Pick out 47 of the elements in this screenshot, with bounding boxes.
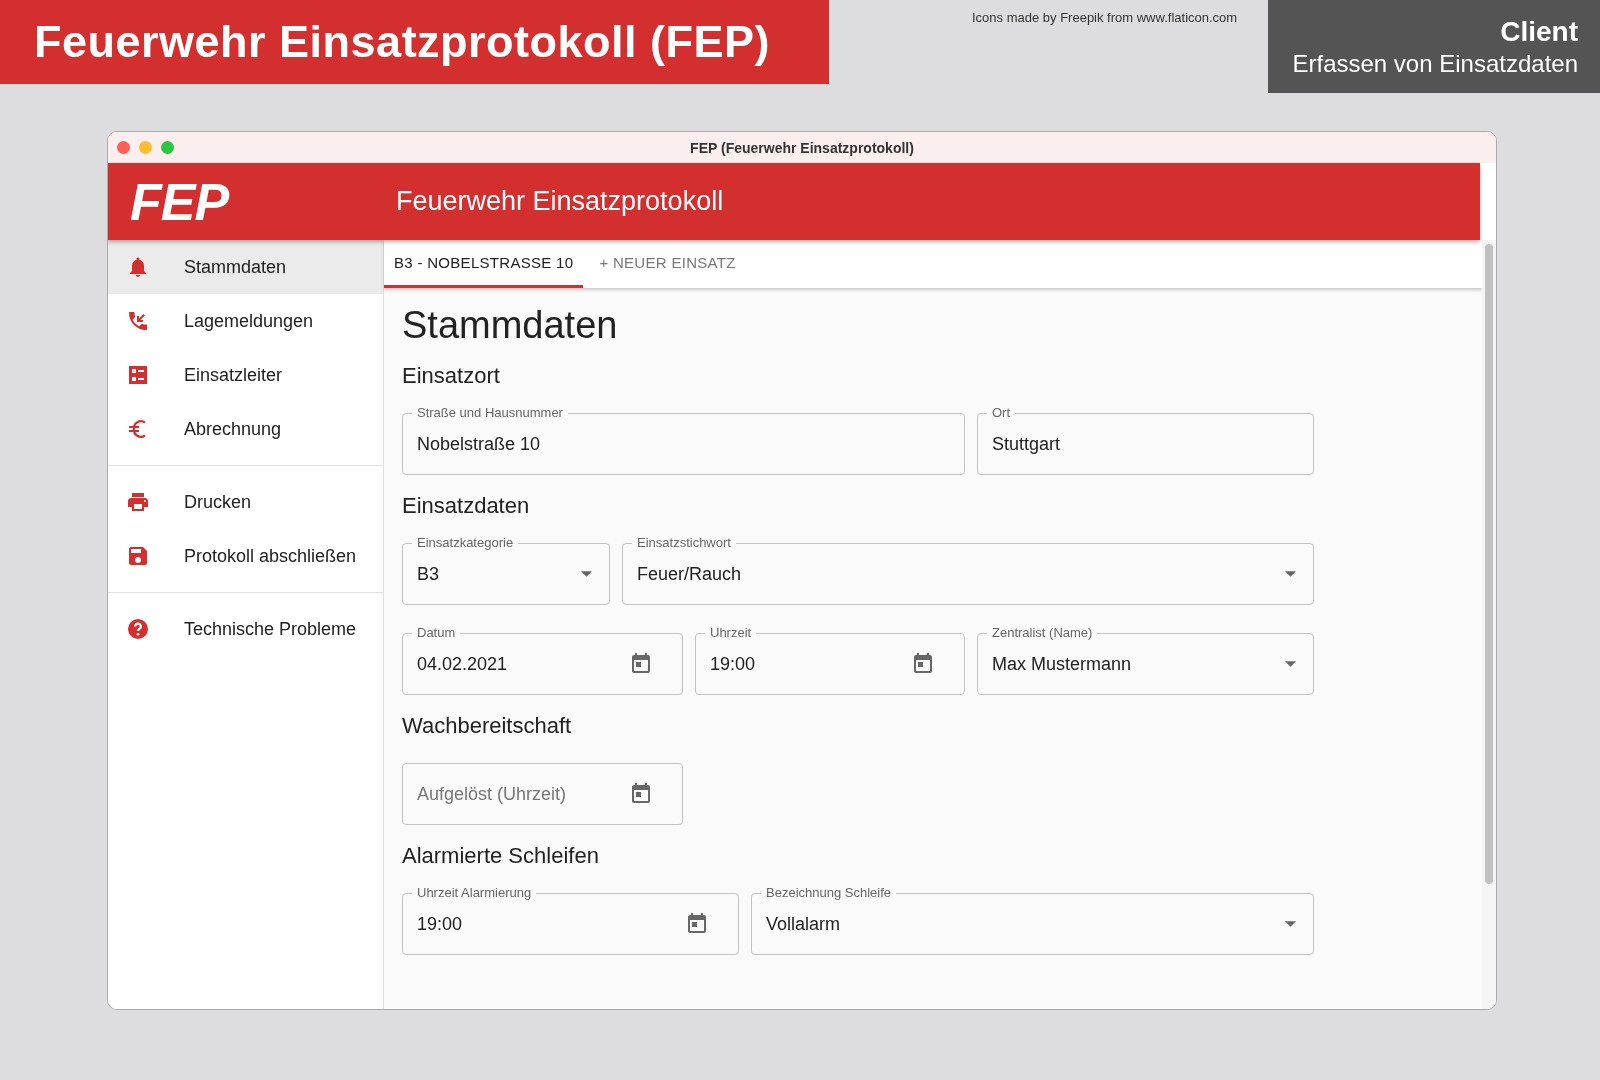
client-subtitle: Erfassen von Einsatzdaten (1292, 49, 1578, 78)
select-field[interactable]: Einsatzkategorie B3 (402, 533, 610, 605)
sidebar-item[interactable]: Drucken (108, 475, 383, 529)
date-field[interactable]: Datum 04.02.2021 (402, 623, 683, 695)
page-title: Stammdaten (402, 304, 619, 347)
calendar-icon (685, 911, 709, 935)
calendar-icon (629, 651, 653, 675)
sidebar-item[interactable]: Lagemeldungen (108, 294, 383, 348)
tab[interactable]: + NEUER EINSATZ (589, 240, 746, 288)
window-title: FEP (Feuerwehr Einsatzprotokoll) (690, 139, 914, 156)
section-heading: Alarmierte Schleifen (402, 843, 600, 869)
phone-icon (126, 309, 150, 333)
attribution-text: Icons made by Freepik from www.flaticon.com (972, 10, 1238, 25)
dropdown-caret-icon (1285, 571, 1296, 577)
date-field[interactable]: Uhrzeit Alarmierung 19:00 (402, 883, 739, 955)
help-icon (126, 617, 150, 641)
printer-icon (126, 490, 150, 514)
section-heading: Einsatzdaten (402, 493, 531, 519)
app-logo: FEP (130, 171, 230, 232)
dropdown-caret-icon (1285, 661, 1296, 667)
select-field[interactable]: Bezeichnung Schleife Vollalarm (751, 883, 1314, 955)
scrollbar-thumb[interactable] (1485, 244, 1493, 884)
banner-title: Feuerwehr Einsatzprotokoll (FEP) (34, 16, 771, 68)
minimize-button[interactable] (139, 141, 152, 154)
sidebar-item[interactable]: Stammdaten (108, 240, 383, 294)
dropdown-caret-icon (1285, 921, 1296, 927)
close-button[interactable] (117, 141, 130, 154)
list-icon (126, 363, 150, 387)
maximize-button[interactable] (161, 141, 174, 154)
section-heading: Einsatzort (402, 363, 501, 389)
section-heading: Wachbereitschaft (402, 713, 573, 739)
tab[interactable]: B3 - NOBELSTRASSE 10 (384, 240, 584, 288)
app-title: Feuerwehr Einsatzprotokoll (396, 186, 724, 217)
client-title: Client (1500, 15, 1578, 48)
calendar-icon (911, 651, 935, 675)
sidebar-item[interactable]: Abrechnung (108, 402, 383, 456)
date-field[interactable]: Uhrzeit 19:00 (695, 623, 965, 695)
input-field[interactable]: Straße und Hausnummer Nobelstraße 10 (402, 403, 965, 475)
select-field[interactable]: Einsatzstichwort Feuer/Rauch (622, 533, 1314, 605)
dropdown-caret-icon (581, 571, 592, 577)
sidebar-item[interactable]: Protokoll abschließen (108, 529, 383, 583)
input-field[interactable]: Ort Stuttgart (977, 403, 1314, 475)
select-field[interactable]: Zentralist (Name) Max Mustermann (977, 623, 1314, 695)
sidebar-item[interactable]: Technische Probleme (108, 602, 383, 656)
sidebar-item[interactable]: Einsatzleiter (108, 348, 383, 402)
calendar-icon (629, 781, 653, 805)
date-field[interactable]: Aufgelöst (Uhrzeit) (402, 753, 683, 825)
